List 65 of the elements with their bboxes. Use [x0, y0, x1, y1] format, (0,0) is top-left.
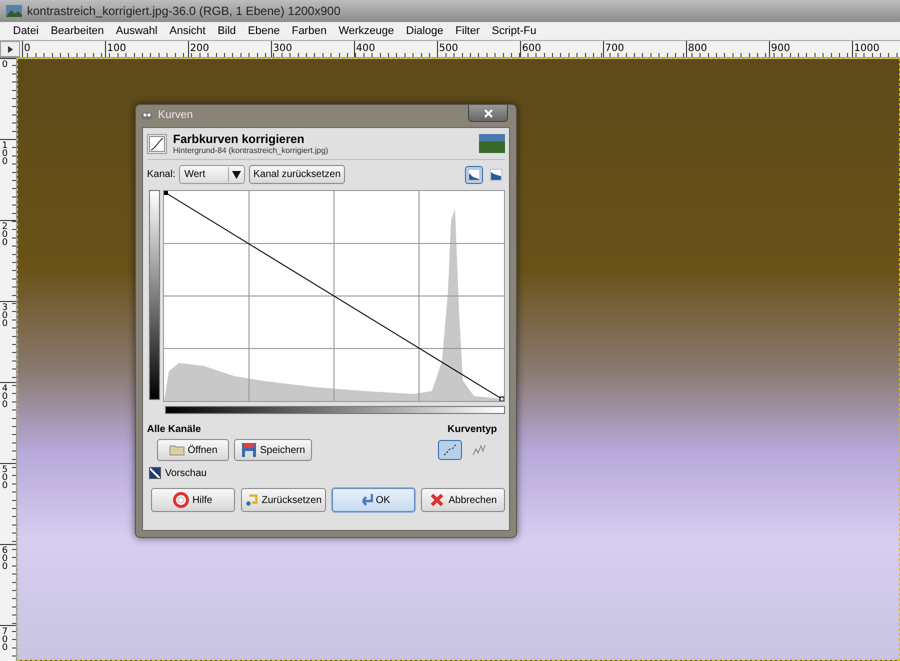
landscape-icon: [6, 5, 22, 17]
dialog-subtitle: Hintergrund-84 (kontrastreich_korrigiert.jpg): [173, 146, 330, 155]
dialog-button[interactable]: Zurücksetzen: [240, 488, 326, 512]
preview-checkbox[interactable]: Vorschau: [147, 461, 505, 479]
close-button[interactable]: [468, 105, 508, 122]
dropdown-arrow-icon: [232, 170, 242, 178]
dialog-button[interactable]: Abbrechen: [421, 488, 506, 512]
smooth-curve-icon: [442, 443, 458, 457]
menu-item[interactable]: Ebene: [246, 25, 281, 37]
dialog-heading: Farbkurven korrigieren: [173, 132, 306, 146]
menu-item[interactable]: Auswahl: [114, 25, 158, 37]
ruler-label: 0: [1, 59, 8, 69]
menu-item[interactable]: Dialoge: [405, 25, 444, 37]
dialog-title: Kurven: [158, 109, 193, 121]
ruler-label: 300: [272, 43, 292, 54]
menu-item[interactable]: Farben: [290, 25, 328, 37]
section-label: Kurventyp: [448, 424, 497, 435]
ruler-label: 400: [1, 383, 8, 409]
app-icon: [140, 110, 154, 120]
menu-item[interactable]: Ansicht: [168, 25, 207, 37]
cross-icon: [429, 492, 446, 508]
freehand-curve-icon: [471, 443, 487, 457]
menu-item[interactable]: Bearbeiten: [50, 25, 105, 37]
checkbox[interactable]: [149, 467, 161, 479]
histogram-mode-button[interactable]: [465, 166, 483, 184]
ruler-label: 400: [355, 43, 376, 54]
menu-item[interactable]: Script-Fu: [490, 25, 538, 37]
navigate-button[interactable]: [0, 41, 20, 57]
menu-item[interactable]: Bild: [216, 25, 237, 37]
ruler-label: 100: [1, 140, 8, 166]
ruler-label: 0: [23, 43, 30, 54]
histogram-icon: [468, 168, 480, 180]
ruler-label: 100: [106, 43, 126, 54]
curve-tool-icon: [149, 136, 165, 152]
lifebuoy-icon: [173, 492, 190, 508]
reset-icon: [244, 492, 259, 508]
ruler-label: 200: [1, 221, 8, 247]
reset-channel-button[interactable]: Kanal zurücksetzen: [249, 165, 345, 184]
close-icon: [484, 108, 492, 118]
section-label: Alle Kanäle: [147, 424, 201, 435]
dialog-button[interactable]: OK: [332, 488, 416, 512]
ruler-label: 700: [604, 43, 624, 54]
menu-item[interactable]: Datei: [12, 25, 40, 37]
window-title: kontrastreich_korrigiert.jpg-36.0 (RGB, 1 Ebene) 1200x900: [27, 4, 340, 18]
ruler-label: 600: [1, 545, 8, 571]
dropdown-value: Wert: [184, 169, 206, 180]
histogram-icon: [490, 168, 502, 180]
file-button[interactable]: Öffnen: [157, 439, 229, 461]
menu-item[interactable]: Filter: [454, 25, 481, 37]
curve-type-button[interactable]: [438, 440, 462, 460]
triangle-icon: [6, 44, 14, 54]
dialog-button[interactable]: Hilfe: [151, 488, 235, 512]
ruler-label: 500: [1, 464, 8, 490]
ruler-label: 900: [770, 43, 790, 54]
ruler-label: 500: [438, 43, 458, 54]
file-button[interactable]: Speichern: [234, 439, 312, 461]
menu-item[interactable]: Werkzeuge: [338, 25, 396, 37]
ruler-label: 200: [189, 43, 210, 54]
ruler-label: 300: [1, 302, 8, 328]
ruler-label: 600: [521, 43, 542, 54]
ruler-label: 700: [1, 626, 8, 652]
ruler-label: 800: [687, 43, 708, 54]
ruler-label: 1000: [853, 43, 880, 54]
channel-dropdown[interactable]: Wert: [179, 165, 246, 184]
channel-label: Kanal:: [147, 169, 176, 180]
